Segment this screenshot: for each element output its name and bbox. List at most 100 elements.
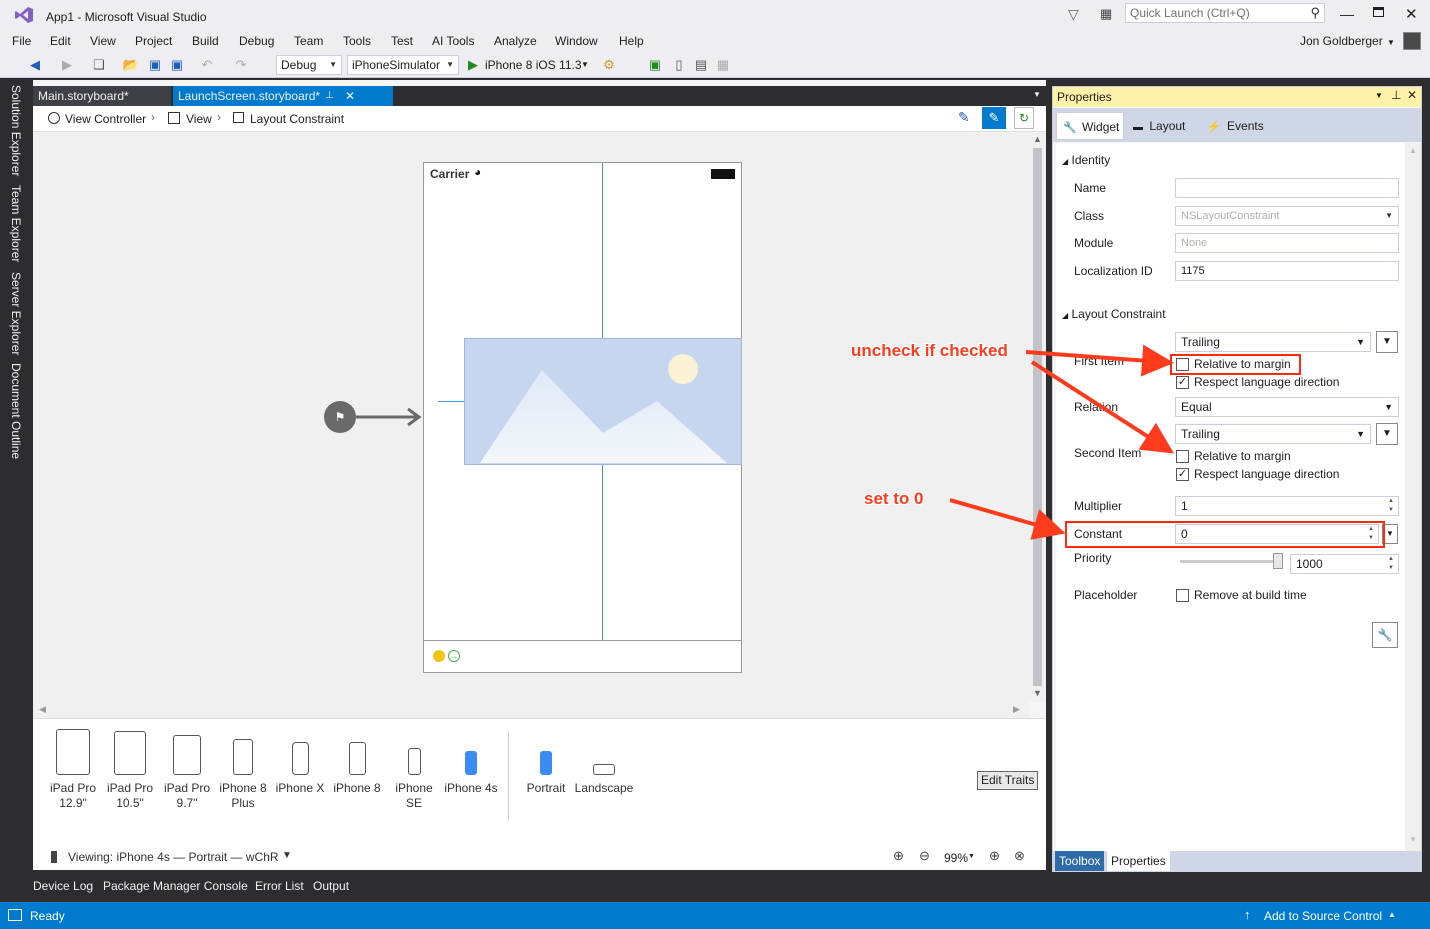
remove-at-build-checkbox[interactable] xyxy=(1176,589,1189,602)
second-item-select[interactable]: Trailing ▼ xyxy=(1175,424,1371,444)
tab-widget[interactable]: 🔧 Widget xyxy=(1056,112,1124,140)
first-item-select[interactable]: Trailing ▼ xyxy=(1175,332,1371,352)
platform-select[interactable]: iPhoneSimulator ▼ xyxy=(347,55,459,75)
tab-launchscreen-storyboard[interactable]: LaunchScreen.storyboard* ⊥ ✕ xyxy=(173,86,393,106)
section-layout-constraint[interactable]: ◢ Layout Constraint xyxy=(1062,307,1166,321)
forward-icon[interactable]: ▶ xyxy=(58,56,76,74)
tab-layout[interactable]: ▬ Layout xyxy=(1133,112,1197,140)
update-frames-icon[interactable]: ↻ xyxy=(1014,107,1034,129)
open-icon[interactable]: 📂 xyxy=(122,56,140,74)
exit-dock-icon[interactable]: → xyxy=(448,650,460,662)
minimize-button[interactable]: — xyxy=(1340,6,1354,22)
back-icon[interactable]: ◀ xyxy=(26,56,44,74)
save-icon[interactable]: ▣ xyxy=(146,56,164,74)
vertical-constraint-top[interactable] xyxy=(602,163,603,338)
pin-icon[interactable]: ⊥ xyxy=(1391,88,1401,102)
constraints-mode-button[interactable]: ✎ xyxy=(982,107,1006,129)
tab-main-storyboard[interactable]: Main.storyboard* xyxy=(33,86,171,106)
scroll-right-icon[interactable]: ▶ xyxy=(1013,704,1020,715)
zoom-out-icon[interactable]: ⊖ xyxy=(919,848,930,864)
avatar[interactable] xyxy=(1403,32,1421,50)
zoom-dropdown-icon[interactable]: ▼ xyxy=(968,853,975,860)
filter-icon[interactable]: ▽ xyxy=(1068,6,1079,23)
find-icon[interactable]: ⚙ xyxy=(600,56,618,74)
priority-slider-thumb[interactable] xyxy=(1273,553,1283,569)
undo-icon[interactable]: ↶ xyxy=(198,56,216,74)
quick-launch-input[interactable]: Quick Launch (Ctrl+Q) ⚲ xyxy=(1125,3,1325,23)
module-field[interactable]: None xyxy=(1175,233,1399,253)
wrench-button[interactable]: 🔧 xyxy=(1372,622,1398,648)
leading-constraint[interactable] xyxy=(438,401,464,402)
menu-tools[interactable]: Tools xyxy=(343,34,371,48)
chevron-up-icon[interactable]: ▲ xyxy=(1388,910,1396,919)
class-select[interactable]: NSLayoutConstraint ▼ xyxy=(1175,206,1399,226)
redo-icon[interactable]: ↷ xyxy=(232,56,250,74)
tab-package-manager-console[interactable]: Package Manager Console xyxy=(103,879,248,893)
first-item-menu-button[interactable]: ▼ xyxy=(1376,331,1398,353)
menu-team[interactable]: Team xyxy=(294,34,323,48)
section-identity[interactable]: ◢ Identity xyxy=(1062,153,1110,167)
iphone-scene[interactable]: Carrier ◕ → xyxy=(423,162,742,673)
save-all-icon[interactable]: ▣ xyxy=(168,56,186,74)
spin-down-icon[interactable]: ▼ xyxy=(1384,506,1398,515)
connect-icon[interactable]: ▦ xyxy=(1100,6,1112,22)
pin-icon[interactable]: ⊥ xyxy=(325,86,334,106)
run-button[interactable]: ▶ iPhone 8 iOS 11.3 ▼ xyxy=(466,55,591,75)
viewing-dropdown-icon[interactable]: ▼ xyxy=(282,850,292,861)
breadcrumb-layout-constraint[interactable]: Layout Constraint xyxy=(250,112,344,126)
tab-device-log[interactable]: Device Log xyxy=(33,879,93,893)
tab-properties[interactable]: Properties xyxy=(1107,851,1170,871)
tab-team-explorer[interactable]: Team Explorer xyxy=(9,185,23,262)
layout-icon[interactable]: ▤ xyxy=(692,56,710,74)
user-dropdown-icon[interactable]: ▼ xyxy=(1387,38,1395,47)
tab-toolbox[interactable]: Toolbox xyxy=(1055,851,1105,871)
name-field[interactable] xyxy=(1175,178,1399,198)
menu-edit[interactable]: Edit xyxy=(50,34,71,48)
breadcrumb-view-controller[interactable]: View Controller xyxy=(65,112,146,126)
close-icon[interactable]: ✕ xyxy=(1407,88,1417,102)
localization-field[interactable]: 1175 xyxy=(1175,261,1399,281)
properties-scrollbar[interactable]: ▲ ▼ xyxy=(1405,143,1421,851)
view-controller-dock-icon[interactable] xyxy=(433,650,445,662)
scroll-up-icon[interactable]: ▲ xyxy=(1409,146,1417,155)
config-select[interactable]: Debug ▼ xyxy=(276,55,342,75)
device-iphone-4s[interactable]: iPhone 4s xyxy=(443,729,499,796)
edit-traits-button[interactable]: Edit Traits xyxy=(977,771,1039,790)
tab-overflow-icon[interactable]: ▼ xyxy=(1033,90,1041,99)
dropdown-icon[interactable]: ▼ xyxy=(1375,91,1383,100)
menu-test[interactable]: Test xyxy=(391,34,413,48)
menu-project[interactable]: Project xyxy=(135,34,172,48)
maximize-button[interactable] xyxy=(1373,7,1384,17)
device-ipad-pro-97[interactable]: iPad Pro 9.7" xyxy=(163,729,211,811)
zoom-level[interactable]: 99% xyxy=(944,851,968,865)
device-iphone-8[interactable]: iPhone 8 xyxy=(332,729,382,796)
horizontal-scrollbar[interactable]: ◀ ▶ xyxy=(33,702,1029,718)
zoom-in-icon[interactable]: ⊕ xyxy=(989,848,1000,864)
grid-icon[interactable]: ▦ xyxy=(714,56,732,74)
device-iphone-x[interactable]: iPhone X xyxy=(275,729,325,796)
device-ipad-pro-129[interactable]: iPad Pro 12.9" xyxy=(49,729,97,811)
entry-point-icon[interactable]: ⚑ xyxy=(324,401,356,433)
priority-slider-track[interactable] xyxy=(1180,560,1282,563)
edit-icon[interactable]: ✎ xyxy=(958,109,970,126)
menu-help[interactable]: Help xyxy=(619,34,644,48)
close-icon[interactable]: ✕ xyxy=(345,86,355,106)
close-button[interactable]: ✕ xyxy=(1405,5,1418,23)
menu-debug[interactable]: Debug xyxy=(239,34,274,48)
image-view[interactable] xyxy=(464,338,742,465)
tab-events[interactable]: ⚡ Events xyxy=(1207,112,1271,140)
scroll-down-icon[interactable]: ▼ xyxy=(1033,688,1042,698)
orientation-portrait[interactable]: Portrait xyxy=(523,729,569,796)
tab-error-list[interactable]: Error List xyxy=(255,879,304,893)
priority-field[interactable]: 1000 ▲ ▼ xyxy=(1290,554,1399,574)
zoom-fit-icon[interactable]: ⊕ xyxy=(893,848,904,864)
menu-analyze[interactable]: Analyze xyxy=(494,34,537,48)
menu-view[interactable]: View xyxy=(90,34,116,48)
multiplier-field[interactable]: 1 ▲ ▼ xyxy=(1175,496,1399,516)
scroll-down-icon[interactable]: ▼ xyxy=(1409,835,1417,844)
device-iphone-8-plus[interactable]: iPhone 8 Plus xyxy=(218,729,268,811)
breadcrumb-view[interactable]: View xyxy=(186,112,212,126)
device-ipad-pro-105[interactable]: iPad Pro 10.5" xyxy=(106,729,154,811)
scroll-left-icon[interactable]: ◀ xyxy=(39,704,46,715)
tab-output[interactable]: Output xyxy=(313,879,349,893)
